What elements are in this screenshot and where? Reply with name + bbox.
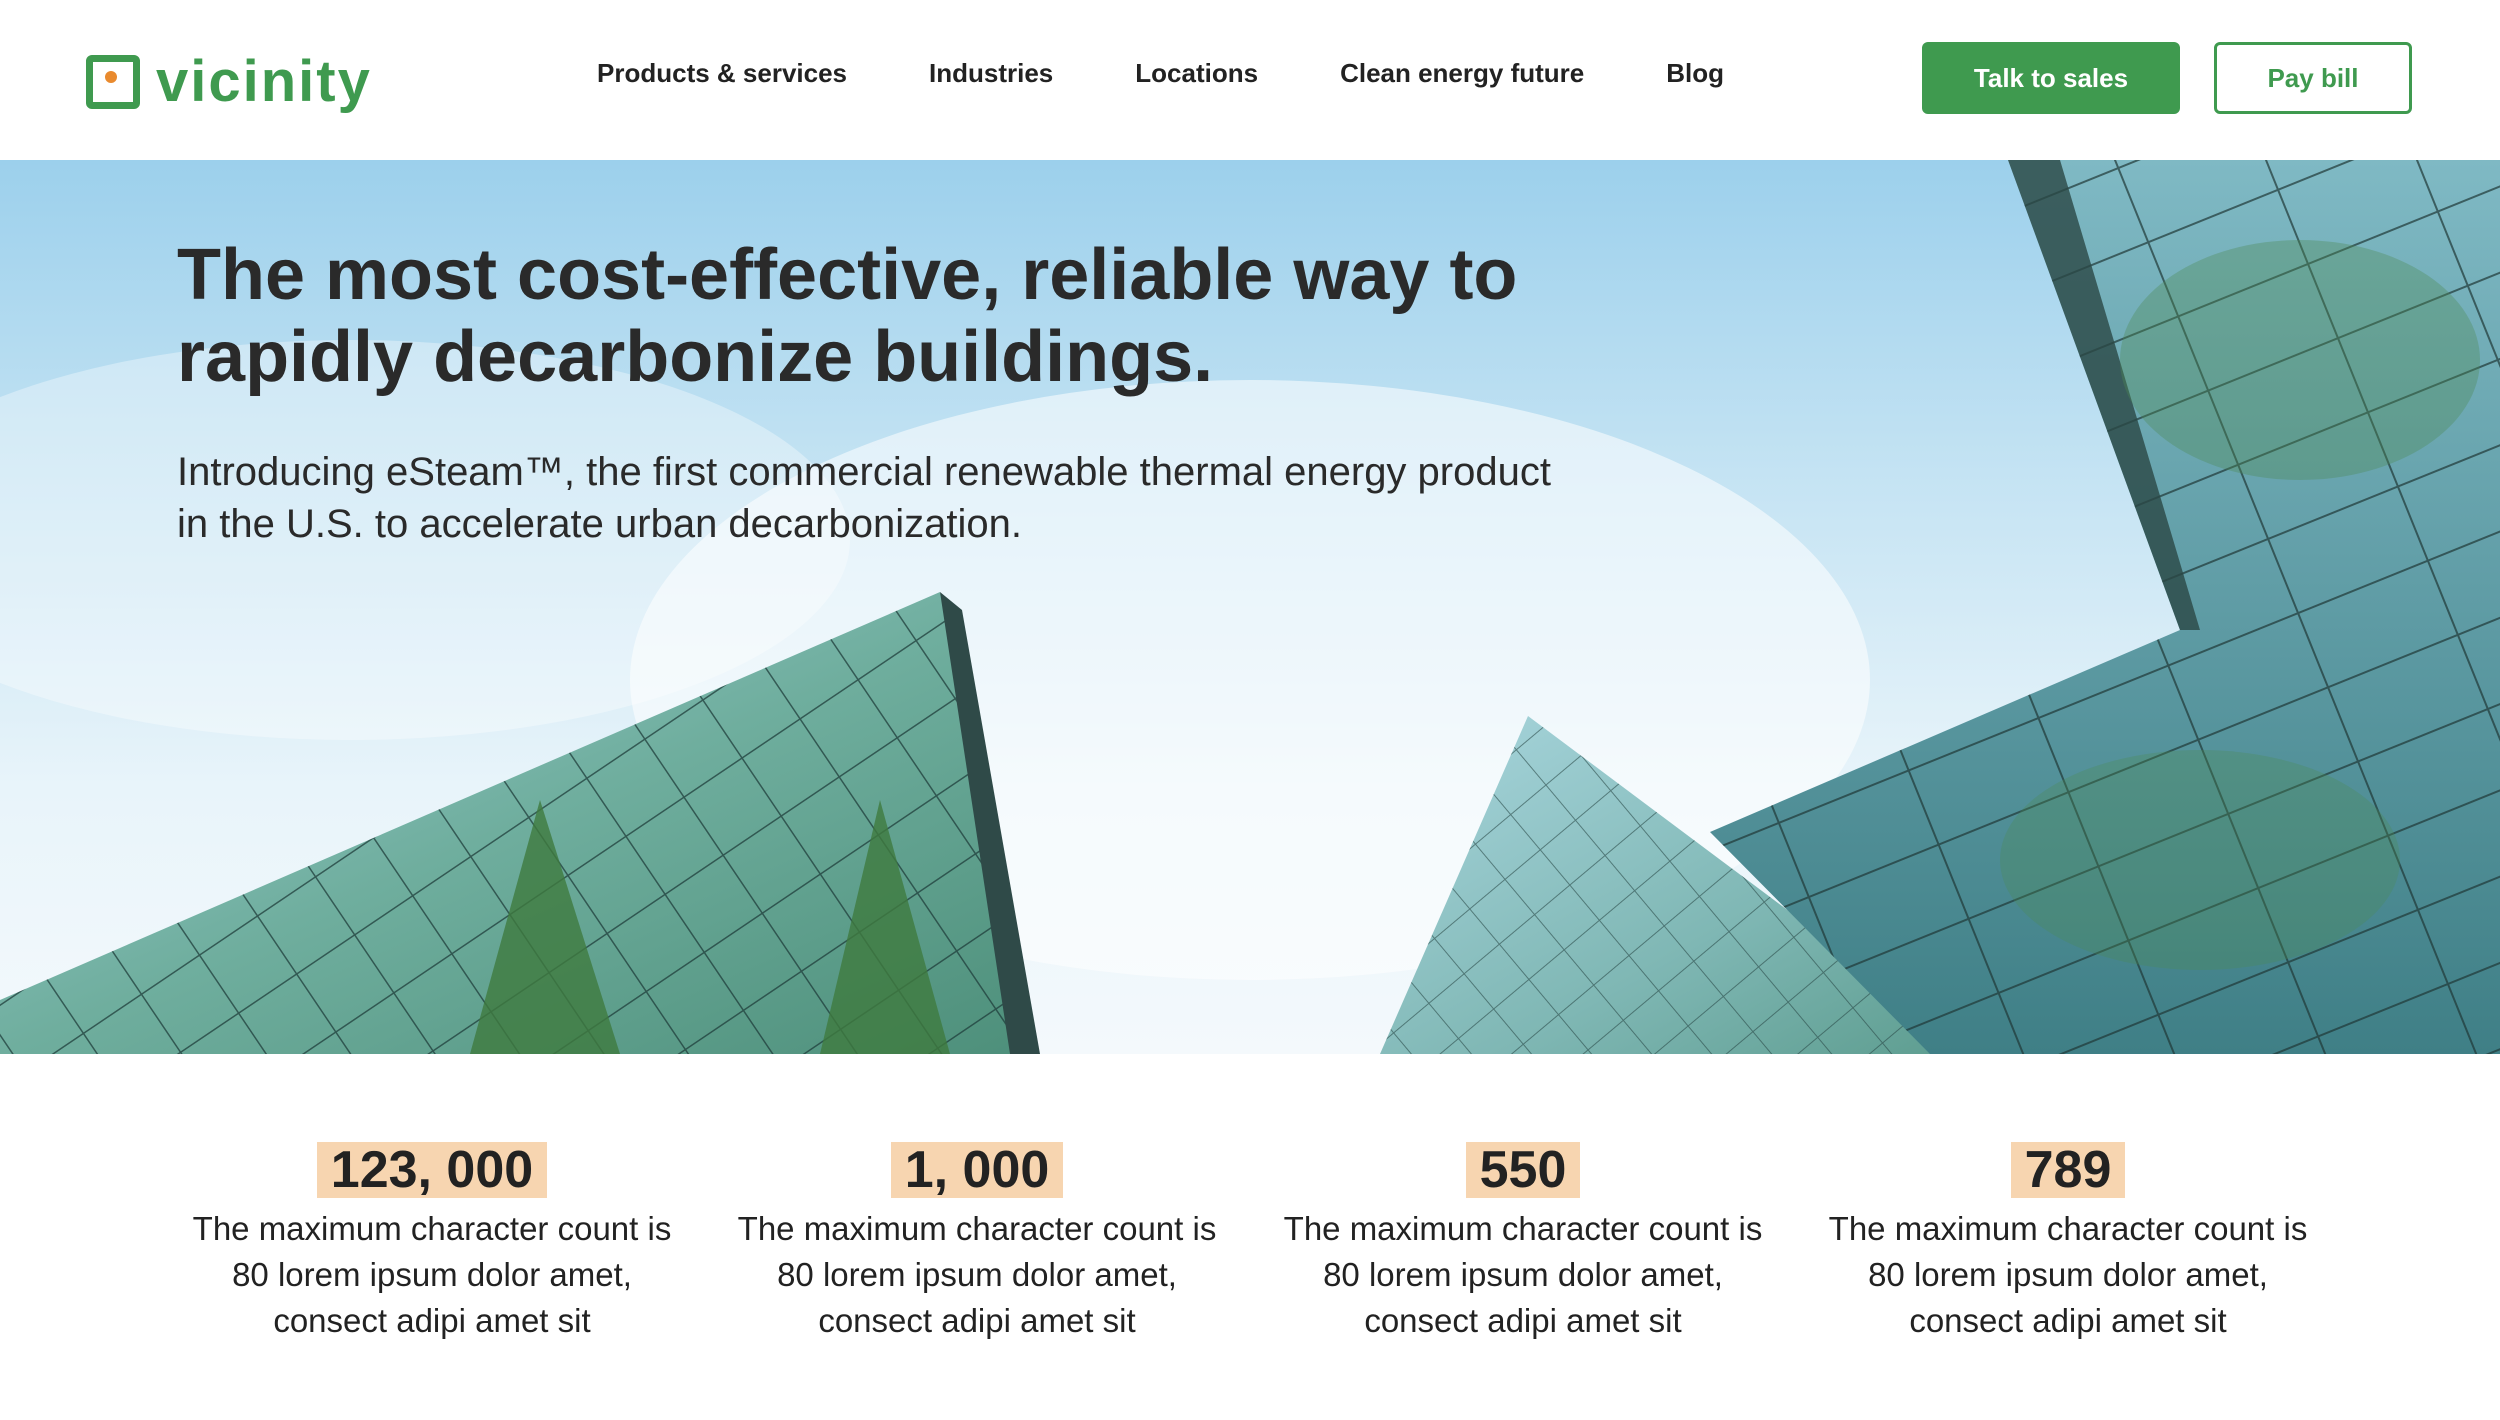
logo[interactable]: vicinity (86, 48, 372, 115)
stat-description: The maximum character count is 80 lorem … (192, 1210, 672, 1339)
nav-locations[interactable]: Locations (1135, 58, 1258, 89)
stat-value: 123, 000 (316, 1142, 548, 1198)
nav-industries[interactable]: Industries (929, 58, 1053, 89)
nav-clean-energy-future[interactable]: Clean energy future (1340, 58, 1584, 89)
hero-title: The most cost-effective, reliable way to… (177, 235, 1518, 397)
stat-item: 1, 000 The maximum character count is 80… (717, 1142, 1237, 1344)
stats-section: 123, 000 The maximum character count is … (0, 1054, 2500, 1420)
logo-icon (86, 54, 140, 109)
stat-item: 550 The maximum character count is 80 lo… (1263, 1142, 1783, 1344)
stat-value: 1, 000 (890, 1142, 1064, 1198)
main-nav: Products & services Industries Locations… (597, 58, 1724, 89)
nav-blog[interactable]: Blog (1666, 58, 1724, 89)
pay-bill-button[interactable]: Pay bill (2214, 42, 2412, 114)
site-header: vicinity Products & services Industries … (0, 0, 2500, 160)
hero-subtitle: Introducing eSteam™, the first commercia… (177, 450, 1551, 546)
talk-to-sales-button[interactable]: Talk to sales (1922, 42, 2180, 114)
stat-value: 789 (2010, 1142, 2126, 1198)
stat-item: 789 The maximum character count is 80 lo… (1808, 1142, 2328, 1344)
stat-value: 550 (1465, 1142, 1581, 1198)
stat-description: The maximum character count is 80 lorem … (1283, 1210, 1763, 1339)
stat-description: The maximum character count is 80 lorem … (737, 1210, 1217, 1339)
stat-description: The maximum character count is 80 lorem … (1828, 1210, 2308, 1339)
hero-section: The most cost-effective, reliable way to… (0, 160, 2500, 1054)
nav-products-services[interactable]: Products & services (597, 58, 847, 89)
logo-text: vicinity (156, 49, 372, 114)
stat-item: 123, 000 The maximum character count is … (172, 1142, 692, 1344)
